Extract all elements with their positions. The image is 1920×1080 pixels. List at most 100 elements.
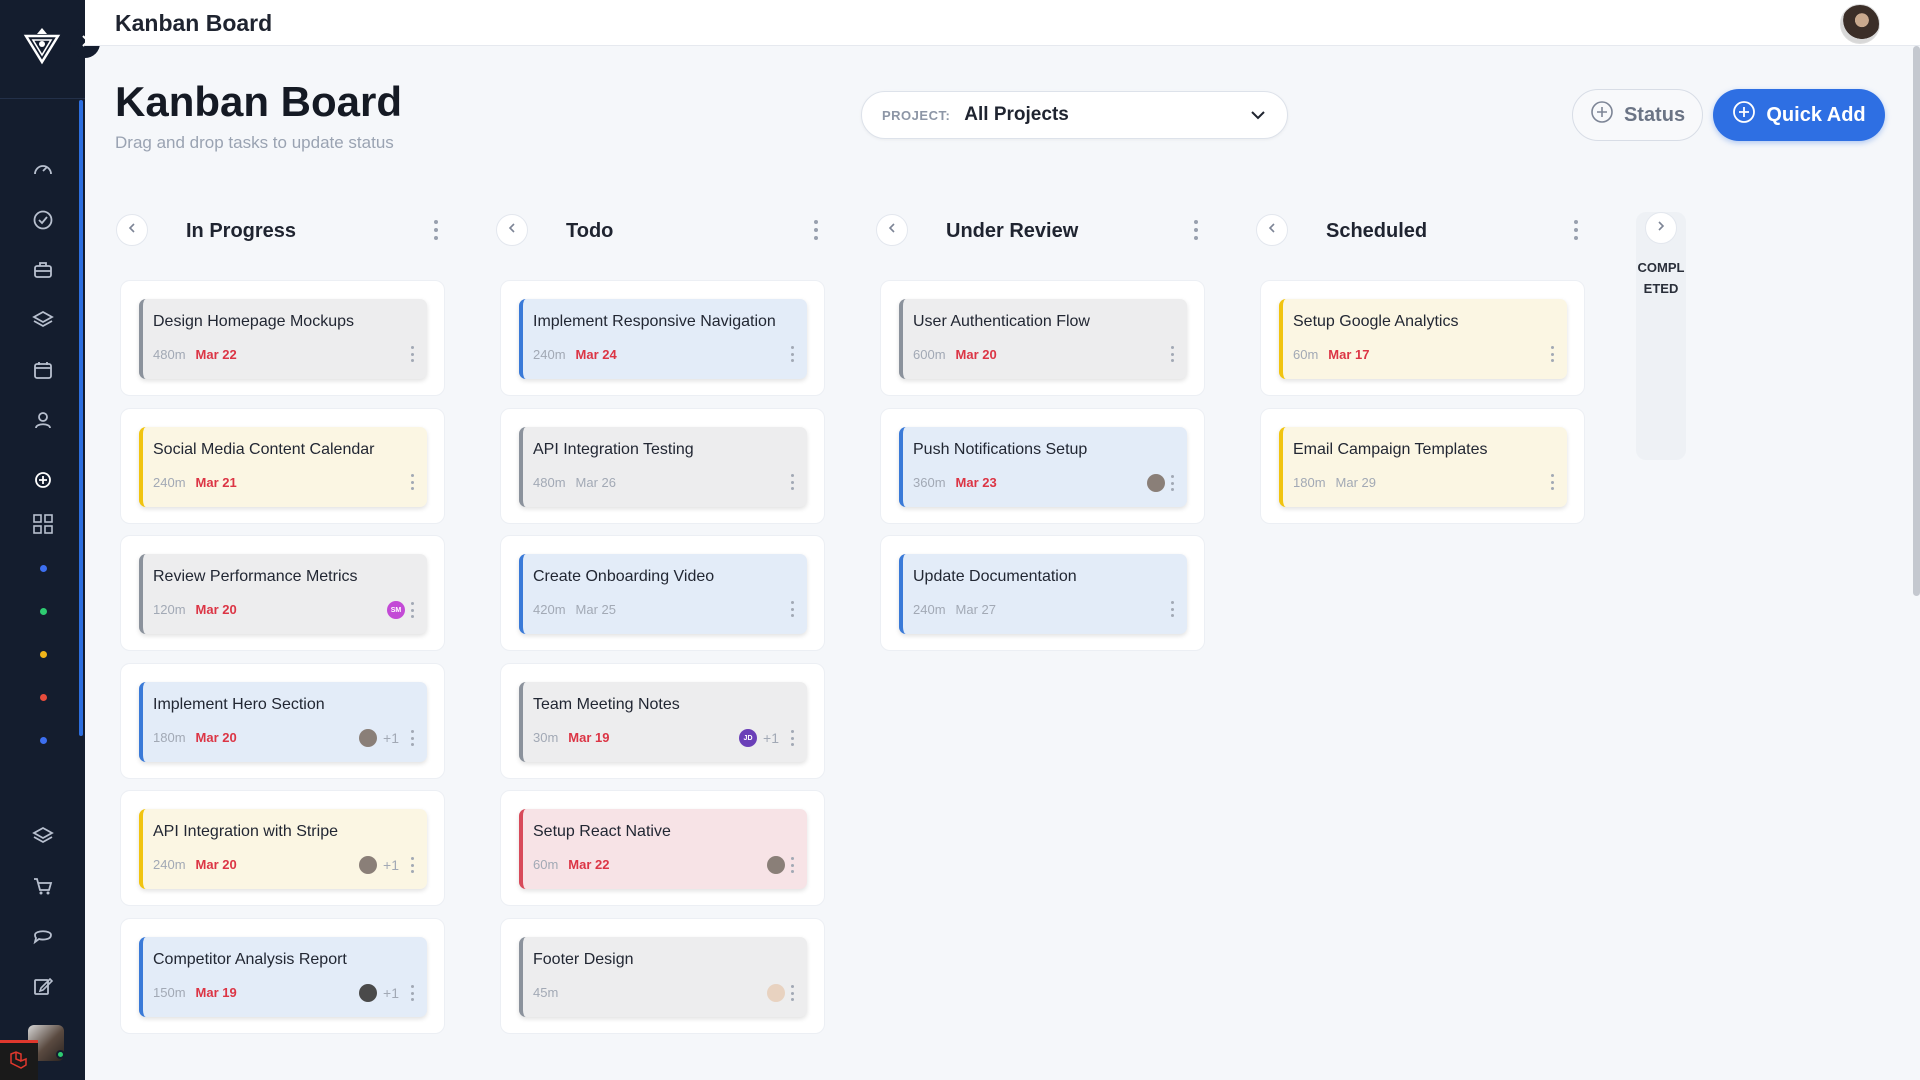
assignee-avatar[interactable]: JD	[739, 729, 758, 747]
extra-assignees-count[interactable]: +1	[763, 730, 779, 746]
card-menu-icon[interactable]	[411, 346, 415, 362]
edit-icon[interactable]	[30, 973, 56, 999]
add-circle-icon[interactable]	[30, 467, 56, 493]
task-title: Push Notifications Setup	[913, 441, 1088, 458]
user-icon[interactable]	[30, 407, 56, 433]
task-card[interactable]: Footer Design 45m	[519, 937, 807, 1017]
quick-add-button[interactable]: Quick Add	[1713, 89, 1885, 141]
assignee-avatar[interactable]	[767, 984, 785, 1002]
task-due-date: Mar 24	[575, 347, 617, 362]
project-dot-green[interactable]	[40, 608, 47, 615]
column-menu-icon[interactable]	[810, 218, 822, 242]
collapse-column-button[interactable]	[116, 214, 148, 246]
card-menu-icon[interactable]	[1551, 474, 1555, 490]
column-menu-icon[interactable]	[1570, 218, 1582, 242]
card-menu-icon[interactable]	[791, 985, 795, 1001]
expand-column-button[interactable]	[1645, 212, 1677, 244]
task-card[interactable]: Update Documentation 240m Mar 27	[899, 554, 1187, 634]
collapse-column-button[interactable]	[876, 214, 908, 246]
project-dot-blue[interactable]	[40, 565, 47, 572]
card-menu-icon[interactable]	[791, 346, 795, 362]
task-card[interactable]: Design Homepage Mockups 480m Mar 22	[139, 299, 427, 379]
task-card-actions	[1171, 601, 1175, 617]
task-card[interactable]: API Integration with Stripe 240m Mar 20 +1	[139, 809, 427, 889]
project-dot-red[interactable]	[40, 694, 47, 701]
task-due-date: Mar 27	[955, 602, 996, 617]
card-menu-icon[interactable]	[791, 601, 795, 617]
check-circle-icon[interactable]	[30, 207, 56, 233]
assignee-avatar[interactable]	[359, 984, 378, 1002]
task-title: Social Media Content Calendar	[153, 441, 375, 458]
column-title: Under Review	[946, 220, 1079, 242]
completed-column-collapsed[interactable]: COMPLETED	[1636, 212, 1686, 460]
task-card[interactable]: Setup React Native 60m Mar 22	[519, 809, 807, 889]
card-menu-icon[interactable]	[791, 857, 795, 873]
calendar-icon[interactable]	[30, 357, 56, 383]
task-card[interactable]: Create Onboarding Video 420m Mar 25	[519, 554, 807, 634]
card-menu-icon[interactable]	[411, 985, 415, 1001]
chevron-right-icon	[1655, 219, 1667, 237]
column-menu-icon[interactable]	[430, 218, 442, 242]
assignee-avatar[interactable]	[359, 856, 378, 874]
layers-icon[interactable]	[30, 307, 56, 333]
card-menu-icon[interactable]	[411, 602, 415, 618]
page-scrollbar[interactable]	[1913, 46, 1920, 596]
app-logo-icon[interactable]	[20, 24, 64, 68]
task-card[interactable]: Push Notifications Setup 360m Mar 23	[899, 427, 1187, 507]
task-card[interactable]: Social Media Content Calendar 240m Mar 21	[139, 427, 427, 507]
cart-icon[interactable]	[30, 873, 56, 899]
card-menu-icon[interactable]	[411, 857, 415, 873]
card-menu-icon[interactable]	[1171, 346, 1175, 362]
project-select-label: PROJECT:	[882, 107, 951, 123]
card-menu-icon[interactable]	[411, 474, 415, 490]
layers-icon[interactable]	[30, 823, 56, 849]
card-menu-icon[interactable]	[1171, 601, 1175, 617]
page-title: Kanban Board	[115, 78, 403, 125]
chevron-left-icon	[886, 221, 898, 239]
card-menu-icon[interactable]	[411, 730, 415, 746]
task-card[interactable]: Review Performance Metrics 120m Mar 20 SM	[139, 554, 427, 634]
sidebar-scrollbar[interactable]	[79, 100, 83, 736]
briefcase-icon[interactable]	[30, 257, 56, 283]
task-card-slot: Review Performance Metrics 120m Mar 20 SM	[120, 535, 445, 651]
task-card[interactable]: Implement Hero Section 180m Mar 20 +1	[139, 682, 427, 762]
task-card[interactable]: Email Campaign Templates 180m Mar 29	[1279, 427, 1567, 507]
extra-assignees-count[interactable]: +1	[383, 730, 399, 746]
laravel-icon[interactable]	[0, 1040, 38, 1080]
task-card[interactable]: API Integration Testing 480m Mar 26	[519, 427, 807, 507]
user-avatar[interactable]	[1840, 4, 1880, 44]
add-status-button[interactable]: Status	[1572, 89, 1703, 141]
grid-icon[interactable]	[30, 511, 56, 537]
card-menu-icon[interactable]	[791, 730, 795, 746]
task-meta: 150m Mar 19	[153, 985, 237, 1000]
task-card[interactable]: Setup Google Analytics 60m Mar 17	[1279, 299, 1567, 379]
chat-icon[interactable]	[30, 923, 56, 949]
task-card[interactable]: User Authentication Flow 600m Mar 20	[899, 299, 1187, 379]
task-card[interactable]: Team Meeting Notes 30m Mar 19 JD +1	[519, 682, 807, 762]
task-card[interactable]: Competitor Analysis Report 150m Mar 19 +1	[139, 937, 427, 1017]
column-menu-icon[interactable]	[1190, 218, 1202, 242]
project-dot-yellow[interactable]	[40, 651, 47, 658]
task-duration: 45m	[533, 985, 559, 1000]
task-card-actions: +1	[359, 729, 415, 747]
assignee-avatar[interactable]	[359, 729, 378, 747]
assignee-avatar[interactable]	[767, 856, 785, 874]
topbar-title: Kanban Board	[115, 10, 273, 36]
column-header: Todo	[484, 210, 829, 254]
project-select[interactable]: PROJECT: All Projects	[861, 91, 1288, 139]
task-card-slot: User Authentication Flow 600m Mar 20	[880, 280, 1205, 396]
card-menu-icon[interactable]	[791, 474, 795, 490]
collapse-column-button[interactable]	[1256, 214, 1288, 246]
card-menu-icon[interactable]	[1171, 475, 1175, 491]
dashboard-icon[interactable]	[30, 157, 56, 183]
card-menu-icon[interactable]	[1551, 346, 1555, 362]
assignee-avatar[interactable]: SM	[387, 601, 405, 619]
collapse-column-button[interactable]	[496, 214, 528, 246]
project-dot-blue-2[interactable]	[40, 737, 47, 744]
quick-add-label: Quick Add	[1766, 103, 1866, 126]
task-card-actions	[1551, 474, 1555, 490]
task-card[interactable]: Implement Responsive Navigation 240m Mar 2…	[519, 299, 807, 379]
assignee-avatar[interactable]	[1147, 474, 1165, 492]
extra-assignees-count[interactable]: +1	[383, 985, 399, 1001]
extra-assignees-count[interactable]: +1	[383, 857, 399, 873]
